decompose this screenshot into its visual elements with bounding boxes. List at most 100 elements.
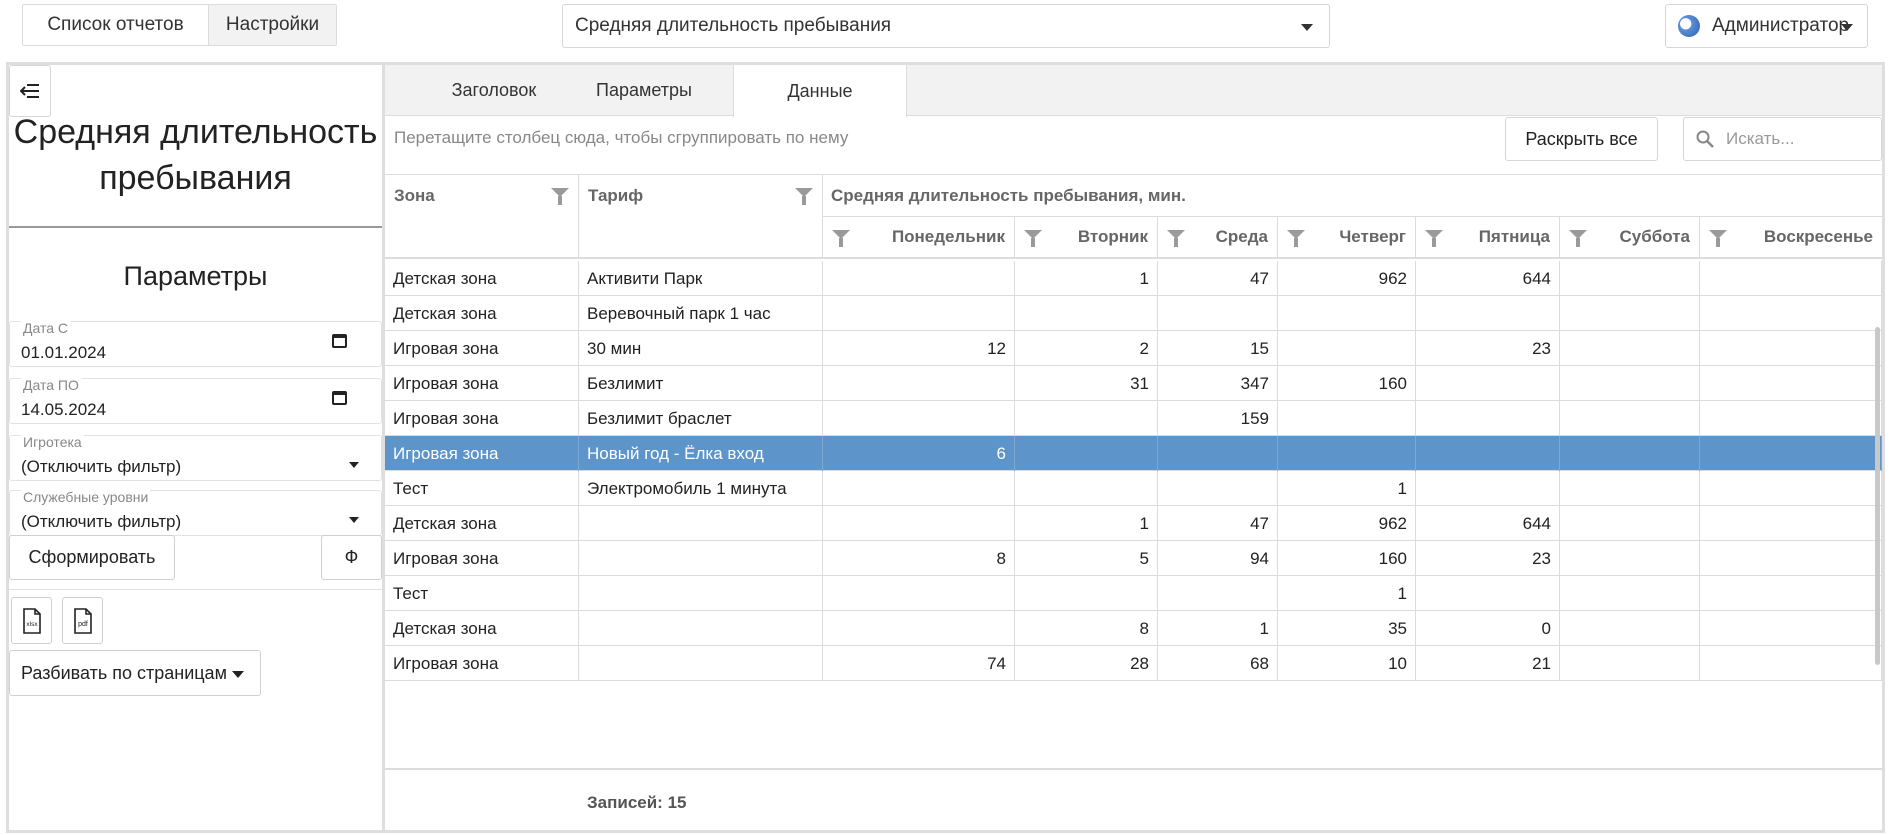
cell-zone[interactable]: Игровая зона	[385, 541, 579, 576]
user-menu-button[interactable]: Администратор	[1665, 4, 1868, 48]
cell-zone[interactable]: Детская зона	[385, 506, 579, 541]
cell-value[interactable]	[1416, 576, 1560, 611]
cell-value[interactable]: 1	[1278, 471, 1416, 506]
cell-zone[interactable]: Детская зона	[385, 611, 579, 646]
cell-value[interactable]	[1560, 646, 1700, 681]
cell-value[interactable]: 94	[1158, 541, 1278, 576]
cell-value[interactable]	[1700, 436, 1882, 471]
cell-zone[interactable]: Игровая зона	[385, 646, 579, 681]
filter-icon[interactable]	[1287, 230, 1305, 247]
cell-value[interactable]: 47	[1158, 261, 1278, 296]
group-panel-hint[interactable]: Перетащите столбец сюда, чтобы сгруппиро…	[394, 128, 848, 148]
cell-value[interactable]	[1158, 436, 1278, 471]
table-row[interactable]: Детская зона Веревочный парк 1 час	[385, 296, 1882, 331]
table-row[interactable]: Игровая зона Безлимит браслет 159	[385, 401, 1882, 436]
generate-button[interactable]: Сформировать	[9, 535, 175, 580]
cell-value[interactable]	[823, 611, 1015, 646]
table-row[interactable]: Детская зона 8 1 35 0	[385, 611, 1882, 646]
cell-value[interactable]: 23	[1416, 331, 1560, 366]
cell-value[interactable]	[1560, 331, 1700, 366]
export-pdf-button[interactable]: pdf	[62, 597, 103, 644]
filter-icon[interactable]	[795, 188, 813, 205]
cell-value[interactable]	[1560, 576, 1700, 611]
cell-value[interactable]	[1700, 331, 1882, 366]
cell-value[interactable]: 160	[1278, 541, 1416, 576]
cell-value[interactable]	[1700, 471, 1882, 506]
cell-value[interactable]: 74	[823, 646, 1015, 681]
cell-value[interactable]	[1560, 541, 1700, 576]
cell-value[interactable]: 28	[1015, 646, 1158, 681]
cell-zone[interactable]: Игровая зона	[385, 436, 579, 471]
column-header-day[interactable]: Пятница	[1416, 217, 1560, 259]
f-button[interactable]: Ф	[321, 535, 382, 580]
cell-value[interactable]	[1560, 296, 1700, 331]
cell-value[interactable]	[1416, 296, 1560, 331]
cell-value[interactable]	[1158, 471, 1278, 506]
cell-tariff[interactable]: Новый год - Ёлка вход	[579, 436, 823, 471]
date-to-field[interactable]: Дата ПО 14.05.2024	[9, 377, 382, 424]
cell-value[interactable]	[1700, 401, 1882, 436]
cell-tariff[interactable]: Электромобиль 1 минута	[579, 471, 823, 506]
tab-data[interactable]: Данные	[733, 65, 907, 117]
table-row[interactable]: Тест Электромобиль 1 минута 1	[385, 471, 1882, 506]
cell-value[interactable]	[1416, 366, 1560, 401]
cell-tariff[interactable]	[579, 576, 823, 611]
search-input[interactable]	[1724, 128, 1864, 150]
cell-zone[interactable]: Тест	[385, 471, 579, 506]
cell-tariff[interactable]: Активити Парк	[579, 261, 823, 296]
cell-value[interactable]	[1416, 436, 1560, 471]
column-header-day[interactable]: Понедельник	[823, 217, 1015, 259]
cell-value[interactable]: 5	[1015, 541, 1158, 576]
cell-value[interactable]	[1700, 541, 1882, 576]
cell-value[interactable]	[1416, 401, 1560, 436]
table-row[interactable]: Детская зона Активити Парк 1 47 962 644	[385, 261, 1882, 296]
cell-value[interactable]	[1015, 471, 1158, 506]
cell-value[interactable]	[1015, 436, 1158, 471]
cell-value[interactable]: 1	[1158, 611, 1278, 646]
reports-list-button[interactable]: Список отчетов	[23, 5, 208, 45]
cell-value[interactable]	[1700, 261, 1882, 296]
cell-value[interactable]: 6	[823, 436, 1015, 471]
table-row[interactable]: Игровая зона 8 5 94 160 23	[385, 541, 1882, 576]
cell-value[interactable]: 159	[1158, 401, 1278, 436]
settings-button[interactable]: Настройки	[208, 5, 336, 45]
filter-icon[interactable]	[1024, 230, 1042, 247]
service-levels-select[interactable]: Служебные уровни (Отключить фильтр)	[9, 489, 382, 536]
cell-value[interactable]: 21	[1416, 646, 1560, 681]
cell-zone[interactable]: Детская зона	[385, 296, 579, 331]
cell-value[interactable]	[1416, 471, 1560, 506]
column-header-day[interactable]: Среда	[1158, 217, 1278, 259]
paging-select[interactable]: Разбивать по страницам	[9, 650, 261, 696]
cell-value[interactable]: 962	[1278, 261, 1416, 296]
cell-value[interactable]	[1560, 436, 1700, 471]
filter-icon[interactable]	[832, 230, 850, 247]
search-box[interactable]	[1683, 117, 1882, 161]
date-from-field[interactable]: Дата С 01.01.2024	[9, 320, 382, 367]
cell-value[interactable]	[1560, 366, 1700, 401]
cell-value[interactable]	[1278, 331, 1416, 366]
filter-icon[interactable]	[1709, 230, 1727, 247]
table-row[interactable]: Игровая зона 30 мин 12 2 15 23	[385, 331, 1882, 366]
cell-value[interactable]: 68	[1158, 646, 1278, 681]
cell-tariff[interactable]: 30 мин	[579, 331, 823, 366]
playroom-select[interactable]: Игротека (Отключить фильтр)	[9, 434, 382, 481]
filter-icon[interactable]	[1425, 230, 1443, 247]
cell-value[interactable]	[1560, 611, 1700, 646]
cell-value[interactable]: 2	[1015, 331, 1158, 366]
cell-value[interactable]: 31	[1015, 366, 1158, 401]
table-row[interactable]: Игровая зона Новый год - Ёлка вход 6	[385, 436, 1882, 471]
cell-value[interactable]: 0	[1416, 611, 1560, 646]
cell-value[interactable]	[823, 366, 1015, 401]
cell-value[interactable]: 160	[1278, 366, 1416, 401]
cell-value[interactable]	[1278, 296, 1416, 331]
filter-icon[interactable]	[1167, 230, 1185, 247]
cell-value[interactable]	[1700, 646, 1882, 681]
report-select[interactable]: Средняя длительность пребывания	[562, 4, 1330, 48]
table-row[interactable]: Тест 1	[385, 576, 1882, 611]
tab-header[interactable]: Заголовок	[424, 65, 564, 116]
cell-value[interactable]	[1560, 506, 1700, 541]
cell-value[interactable]: 47	[1158, 506, 1278, 541]
cell-value[interactable]	[1560, 401, 1700, 436]
calendar-icon[interactable]	[332, 334, 347, 348]
cell-value[interactable]	[823, 506, 1015, 541]
